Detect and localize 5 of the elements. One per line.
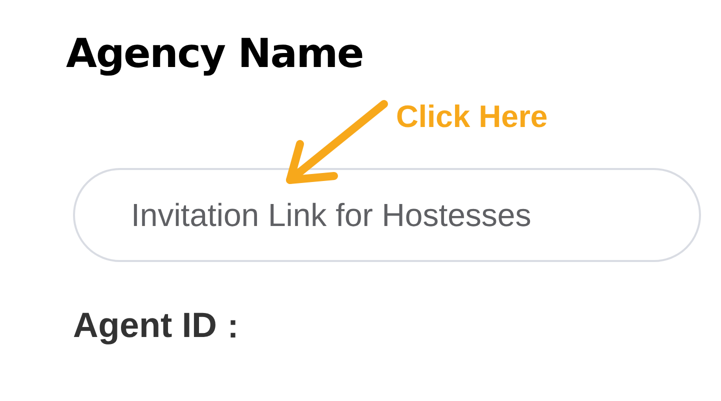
page-heading: Agency Name [66,30,364,79]
click-here-label: Click Here [396,98,548,136]
agent-id-label: Agent ID [73,305,217,347]
colon: ： [216,307,249,346]
invitation-link-button[interactable]: Invitation Link for Hostesses [73,168,701,262]
